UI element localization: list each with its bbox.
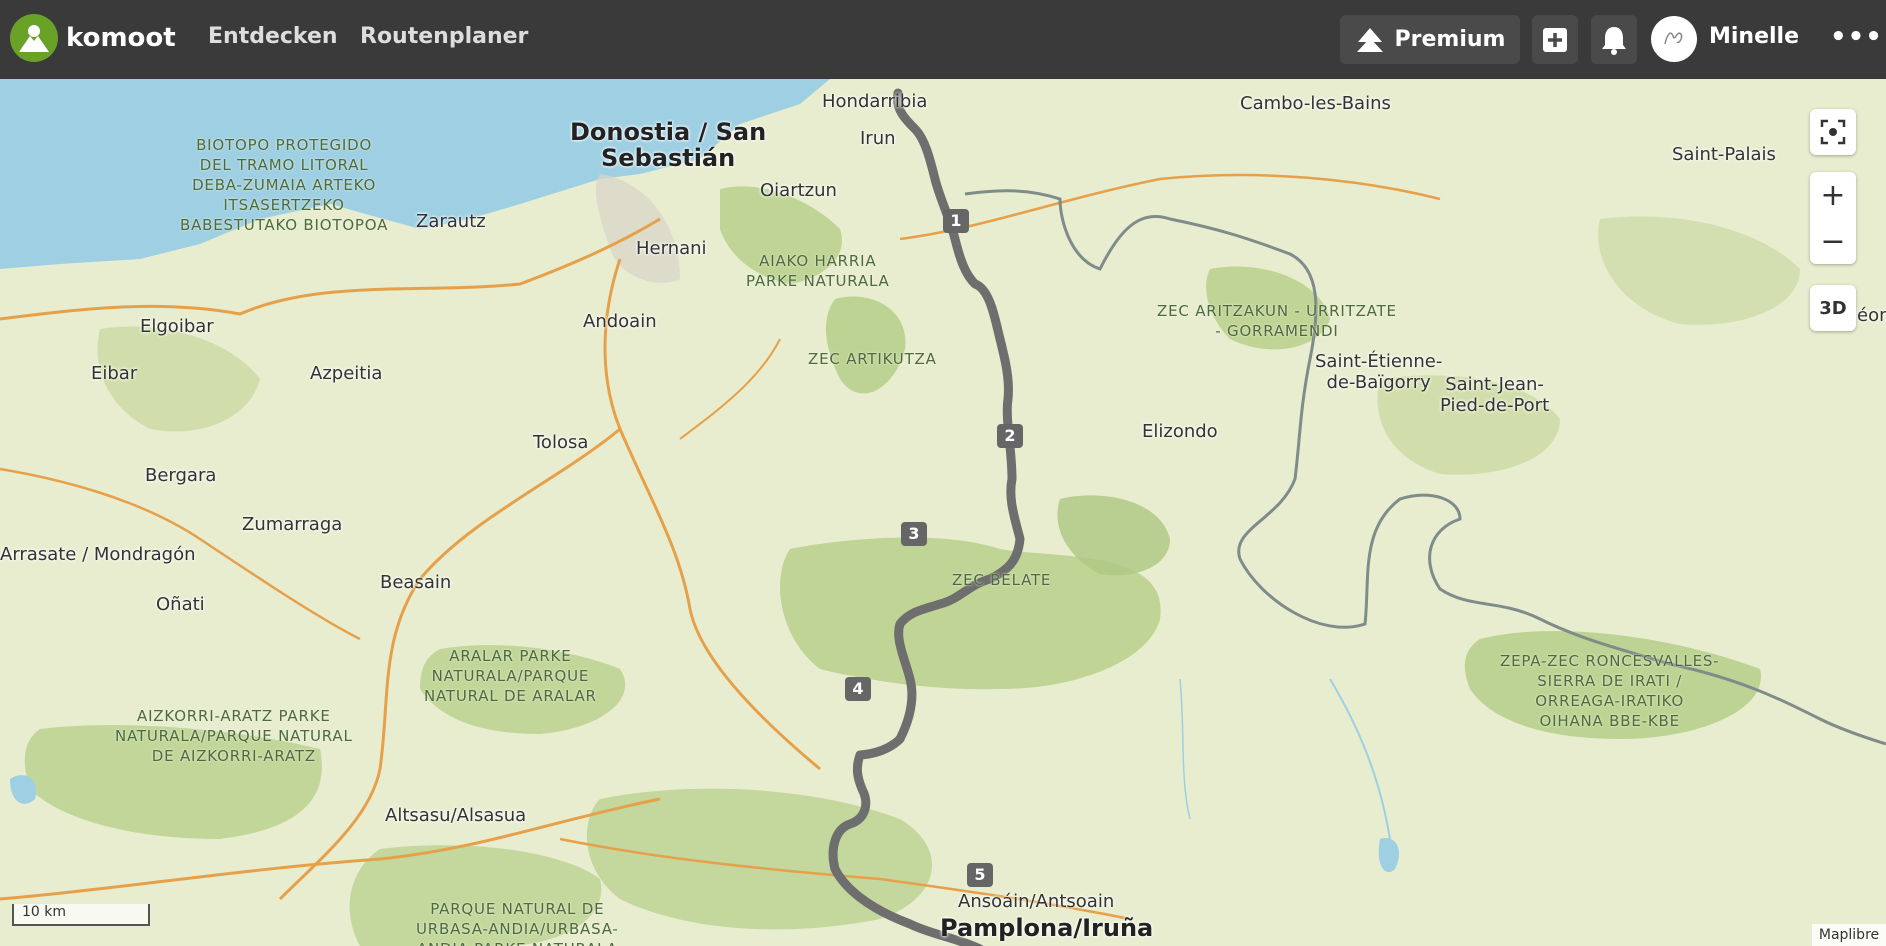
place-label: Beasain (380, 572, 452, 593)
place-label: Tolosa (533, 432, 589, 453)
avatar[interactable] (1651, 16, 1697, 62)
place-label: Andoain (583, 311, 657, 332)
area-label: ZEC ARTIKUTZA (808, 350, 937, 368)
create-button[interactable] (1532, 15, 1578, 64)
zoom-controls: + − (1810, 172, 1856, 264)
more-menu-button[interactable]: ••• (1830, 22, 1883, 52)
premium-button[interactable]: Premium (1340, 15, 1520, 64)
place-label: Saint-Palais (1672, 144, 1776, 165)
scale-bar: 10 km (12, 904, 150, 926)
place-label: Ansoáin/Antsoain (958, 891, 1115, 912)
place-label: Pamplona/Iruña (940, 914, 1154, 942)
place-label: Irun (860, 128, 896, 149)
place-label: Zumarraga (242, 514, 343, 535)
premium-label: Premium (1394, 27, 1506, 52)
place-label: Oñati (156, 594, 205, 615)
area-label: PARQUE NATURAL DE URBASA-ANDIA/URBASA- A… (416, 900, 619, 946)
3d-toggle-button[interactable]: 3D (1810, 285, 1856, 331)
place-label: Hernani (636, 238, 707, 259)
map-attribution[interactable]: Maplibre (1812, 924, 1886, 946)
place-label: Azpeitia (310, 363, 383, 384)
nav-route-planner[interactable]: Routenplaner (360, 24, 528, 49)
place-label: Elgoibar (140, 316, 214, 337)
area-label: AIZKORRI-ARATZ PARKE NATURALA/PARQUE NAT… (115, 707, 353, 765)
area-label: ZEPA-ZEC RONCESVALLES- SIERRA DE IRATI /… (1500, 652, 1720, 730)
place-label: Eibar (91, 363, 138, 384)
place-label: Hondarribia (822, 91, 928, 112)
waypoint-marker[interactable]: 4 (845, 677, 871, 701)
place-label: Arrasate / Mondragón (0, 544, 196, 565)
waypoint-marker[interactable]: 3 (901, 522, 927, 546)
place-label: Donostia / San Sebastián (570, 118, 767, 172)
waypoint-marker[interactable]: 5 (967, 863, 993, 887)
top-navigation-bar: komoot Entdecken Routenplaner Premium Mi… (0, 0, 1886, 79)
area-label: ZEC BELATE (952, 571, 1052, 589)
bell-icon (1602, 27, 1626, 55)
area-label: BIOTOPO PROTEGIDO DEL TRAMO LITORAL DEBA… (180, 136, 389, 234)
zoom-in-button[interactable]: + (1810, 172, 1856, 218)
place-label: Saint-Étienne- de-Baïgorry (1315, 351, 1443, 393)
place-label: Saint-Jean- Pied-de-Port (1440, 374, 1550, 416)
place-label: Elizondo (1142, 421, 1218, 442)
notifications-button[interactable] (1591, 15, 1637, 64)
area-label: ZEC ARITZAKUN - URRITZATE - GORRAMENDI (1157, 302, 1397, 340)
place-label: léon (1852, 305, 1886, 326)
waypoint-marker[interactable]: 1 (943, 209, 969, 233)
area-label: ARALAR PARKE NATURALA/PARQUE NATURAL DE … (424, 647, 597, 705)
scale-label: 10 km (22, 904, 67, 920)
premium-mountain-icon (1356, 27, 1383, 52)
komoot-mountain-icon (10, 14, 58, 62)
place-label: Altsasu/Alsasua (385, 805, 527, 826)
avatar-monogram-icon (1664, 32, 1683, 45)
area-label: AIAKO HARRIA PARKE NATURALA (746, 252, 890, 290)
focus-frame-icon (1820, 119, 1846, 145)
zoom-out-button[interactable]: − (1810, 218, 1856, 264)
komoot-logo[interactable]: komoot (10, 14, 176, 62)
place-label: Bergara (145, 465, 217, 486)
plus-icon (1543, 28, 1567, 52)
waypoint-marker[interactable]: 2 (997, 424, 1023, 448)
recenter-button[interactable] (1810, 109, 1856, 155)
place-label: Oiartzun (760, 180, 837, 201)
user-name[interactable]: Minelle (1709, 24, 1799, 49)
place-label: Cambo-les-Bains (1240, 93, 1391, 114)
place-label: Zarautz (416, 211, 486, 232)
komoot-wordmark: komoot (66, 23, 176, 53)
map-view[interactable]: 1 2 3 4 5 Donostia / San Sebastián Pampl… (0, 79, 1886, 946)
nav-discover[interactable]: Entdecken (208, 24, 338, 49)
